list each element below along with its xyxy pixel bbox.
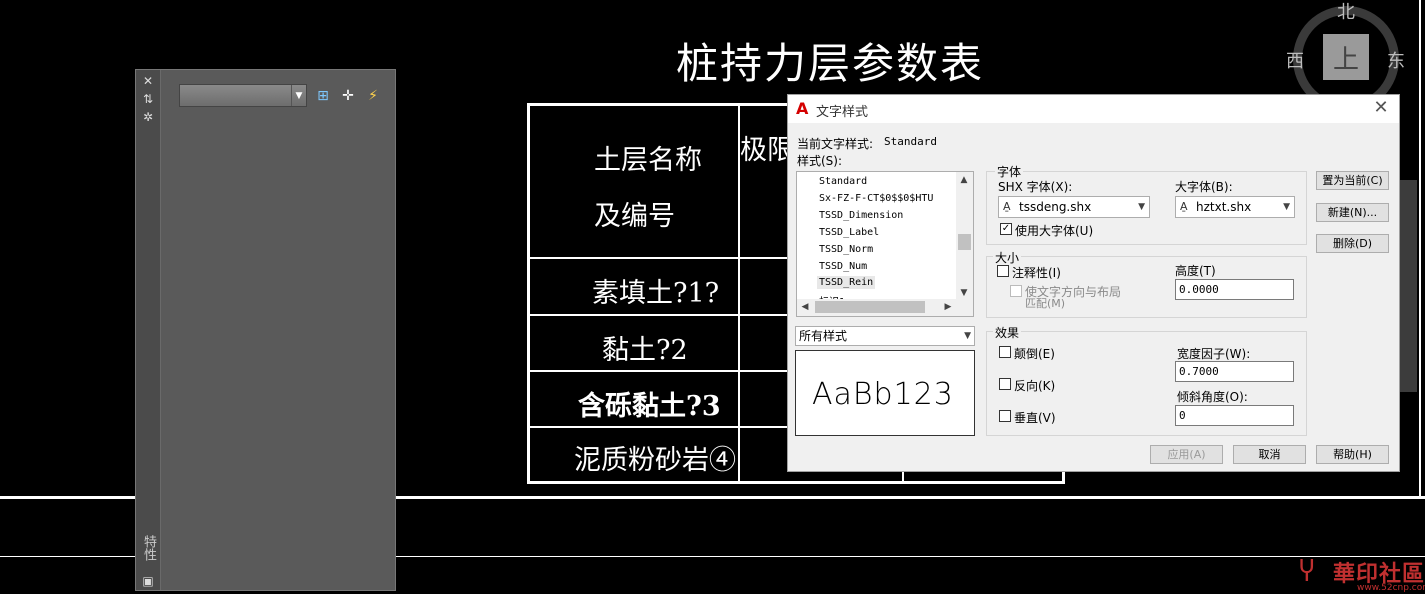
oblique-input[interactable]: 0: [1175, 405, 1294, 426]
styles-list[interactable]: Standard Sx-FZ-F-CT$0$$0$HTU TSSD_Dimens…: [796, 171, 974, 317]
close-icon[interactable]: ✕: [141, 74, 155, 88]
vertical-checkbox[interactable]: [999, 410, 1011, 422]
vertical-scrollbar[interactable]: ▲ ▼: [956, 172, 973, 300]
current-style-label: 当前文字样式:: [797, 137, 874, 151]
upside-down-checkbox[interactable]: [999, 346, 1011, 358]
select-objects-icon[interactable]: ✛: [339, 87, 357, 105]
font-icon: A̱: [1003, 200, 1011, 213]
chevron-down-icon[interactable]: ▼: [291, 85, 306, 106]
set-current-button[interactable]: 置为当前(C): [1316, 171, 1389, 190]
dialog-titlebar[interactable]: A 文字样式 ✕: [788, 95, 1399, 123]
help-button[interactable]: 帮助(H): [1316, 445, 1389, 464]
table-header-number: 及编号: [594, 201, 675, 232]
list-item[interactable]: Standard: [819, 176, 867, 187]
current-style-value: Standard: [884, 135, 937, 148]
oblique-label: 倾斜角度(O):: [1177, 390, 1248, 404]
use-bigfont-checkbox[interactable]: ✓: [1000, 223, 1012, 235]
table-row-label: 泥质粉砂岩④: [574, 445, 736, 476]
scroll-thumb[interactable]: [815, 301, 925, 313]
backwards-label: 反向(K): [1014, 379, 1056, 393]
autocad-logo-icon: A: [796, 99, 809, 118]
font-icon: A̱: [1180, 200, 1188, 213]
match-layout-label-line2: 匹配(M): [1025, 297, 1066, 310]
close-icon[interactable]: ✕: [1371, 98, 1391, 118]
height-input[interactable]: 0.0000: [1175, 279, 1294, 300]
bigfont-label: 大字体(B):: [1175, 180, 1233, 194]
shx-font-combo[interactable]: A̱ tssdeng.shx ▼: [998, 196, 1150, 218]
auto-hide-icon[interactable]: ⇅: [141, 92, 155, 106]
list-item[interactable]: TSSD_Label: [819, 227, 879, 238]
annotative-checkbox[interactable]: [997, 265, 1009, 277]
list-item-selected[interactable]: TSSD_Rein: [817, 276, 876, 289]
match-layout-checkbox[interactable]: [1010, 285, 1022, 297]
properties-menu-icon[interactable]: ✲: [141, 110, 155, 124]
effects-group-label: 效果: [993, 324, 1022, 341]
shx-font-label: SHX 字体(X):: [998, 180, 1073, 194]
drawing-line: [1419, 0, 1421, 499]
table-row-label: 素填土?1?: [592, 278, 720, 309]
palette-title: 特性: [141, 535, 156, 561]
table-header-name: 土层名称: [594, 145, 702, 176]
table-row-label: 含砾黏土?3: [578, 391, 721, 422]
watermark-logo-icon: Ⴤ: [1299, 558, 1315, 588]
compass-north[interactable]: 北: [1337, 0, 1355, 24]
bigfont-combo[interactable]: A̱ hztxt.shx ▼: [1175, 196, 1295, 218]
list-item[interactable]: TSSD_Dimension: [819, 210, 903, 221]
palette-corner-icon[interactable]: ▣: [141, 574, 155, 588]
viewcube-top-face[interactable]: 上: [1323, 34, 1369, 80]
watermark: Ⴤ 華印社區 www.52cnp.com: [1295, 556, 1425, 594]
new-style-button[interactable]: 新建(N)...: [1316, 203, 1389, 222]
delete-style-button[interactable]: 删除(D): [1316, 234, 1389, 253]
table-row-label: 黏土?2: [602, 335, 688, 366]
horizontal-scrollbar[interactable]: ◀ ▶: [797, 299, 973, 316]
height-label: 高度(T): [1175, 264, 1216, 278]
vertical-label: 垂直(V): [1014, 411, 1056, 425]
dialog-title: 文字样式: [816, 105, 869, 120]
scroll-left-icon[interactable]: ◀: [798, 300, 812, 314]
backwards-checkbox[interactable]: [999, 378, 1011, 390]
style-preview: AaBb123: [795, 350, 975, 436]
drawing-title: 桩持力层参数表: [676, 39, 985, 88]
selection-combo[interactable]: ▼: [179, 84, 307, 107]
preview-text: AaBb123: [812, 377, 954, 412]
list-item[interactable]: Sx-FZ-F-CT$0$$0$HTU: [819, 193, 933, 204]
styles-label: 样式(S):: [797, 154, 843, 168]
watermark-url: www.52cnp.com: [1357, 583, 1425, 593]
annotative-label: 注释性(I): [1012, 266, 1061, 280]
scroll-thumb[interactable]: [958, 234, 971, 250]
style-filter-combo[interactable]: 所有样式 ▼: [795, 326, 975, 346]
chevron-down-icon[interactable]: ▼: [964, 327, 971, 345]
scroll-right-icon[interactable]: ▶: [941, 300, 955, 314]
width-factor-label: 宽度因子(W):: [1177, 347, 1251, 361]
palette-title-strip: ✕ ⇅ ✲ 特性 ▣: [136, 70, 161, 590]
upside-down-label: 颠倒(E): [1014, 347, 1055, 361]
shx-font-value: tssdeng.shx: [1019, 200, 1092, 214]
scroll-up-icon[interactable]: ▲: [957, 173, 971, 187]
chevron-down-icon[interactable]: ▼: [1138, 197, 1145, 217]
list-item[interactable]: TSSD_Norm: [819, 244, 873, 255]
compass-east[interactable]: 东: [1387, 47, 1405, 73]
compass-west[interactable]: 西: [1286, 47, 1304, 73]
properties-palette: ✕ ⇅ ✲ 特性 ▣ ▼ ⊞ ✛ ⚡: [135, 69, 396, 591]
chevron-down-icon[interactable]: ▼: [1283, 197, 1290, 217]
apply-button[interactable]: 应用(A): [1150, 445, 1223, 464]
bigfont-value: hztxt.shx: [1196, 200, 1252, 214]
quick-select-icon[interactable]: ⚡: [364, 87, 382, 105]
text-style-dialog: A 文字样式 ✕ 当前文字样式: Standard 样式(S): Standar…: [787, 94, 1400, 472]
cancel-button[interactable]: 取消: [1233, 445, 1306, 464]
navigation-bar[interactable]: [1400, 180, 1417, 392]
style-filter-value: 所有样式: [799, 329, 848, 343]
list-item[interactable]: TSSD_Num: [819, 261, 867, 272]
toggle-pickadd-icon[interactable]: ⊞: [314, 87, 332, 105]
scroll-down-icon[interactable]: ▼: [957, 286, 971, 300]
use-bigfont-label: 使用大字体(U): [1015, 224, 1094, 238]
width-factor-input[interactable]: 0.7000: [1175, 361, 1294, 382]
